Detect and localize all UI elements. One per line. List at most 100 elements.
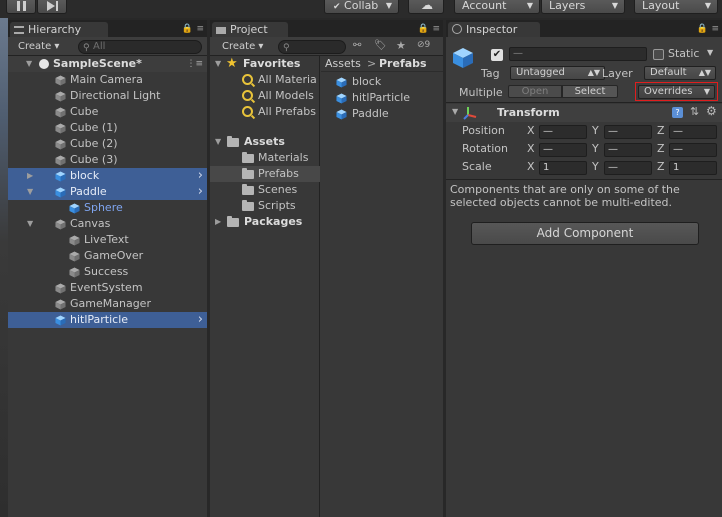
chevron-down-icon[interactable]: ▼ <box>215 134 221 150</box>
folder-icon <box>242 152 254 163</box>
hierarchy-item-label: Cube <box>70 105 99 118</box>
chevron-down-icon[interactable]: ▼ <box>452 107 458 116</box>
hierarchy-item[interactable]: Success <box>8 264 207 280</box>
help-icon[interactable]: ? <box>672 107 683 118</box>
active-checkbox[interactable]: ✔ <box>491 49 503 61</box>
asset-folder-label: Scripts <box>258 199 296 212</box>
search-input[interactable]: ⚲ <box>278 40 346 54</box>
tree-packages[interactable]: ▶ Packages <box>210 214 320 230</box>
transform-header[interactable]: ▼ Transform ? ⇅ ⚙ <box>446 104 722 122</box>
hierarchy-item[interactable]: Cube <box>8 104 207 120</box>
favorite-item[interactable]: All Materia <box>210 72 320 88</box>
transform-position-field[interactable]: — <box>669 125 717 139</box>
account-dropdown[interactable]: Account ▼ <box>454 0 540 14</box>
tree-favorites[interactable]: ▼ ★ Favorites <box>210 56 320 72</box>
filter-by-label-icon[interactable]: 🏷 <box>374 40 387 51</box>
lock-icon[interactable]: 🔒 <box>182 24 193 34</box>
transform-position-field[interactable]: — <box>604 125 652 139</box>
name-field[interactable]: — <box>509 47 647 61</box>
chevron-down-icon[interactable]: ▼ <box>26 56 32 72</box>
breadcrumb-prefabs[interactable]: Prefabs <box>379 56 427 72</box>
scene-menu-icon[interactable]: ⋮≡ <box>186 56 203 72</box>
transform-rotation-field[interactable]: — <box>604 143 652 157</box>
chevron-right-icon[interactable]: › <box>198 312 203 328</box>
lock-icon[interactable]: 🔒 <box>418 24 429 34</box>
hierarchy-item[interactable]: Directional Light <box>8 88 207 104</box>
search-input[interactable]: ⚲ All <box>78 40 202 54</box>
transform-scale-field[interactable]: — <box>604 161 652 175</box>
transform-rotation-field[interactable]: — <box>539 143 587 157</box>
hierarchy-item[interactable]: ▶ block › <box>8 168 207 184</box>
prefab-icon <box>55 187 66 198</box>
filter-by-type-icon[interactable]: ⚯ <box>353 40 361 51</box>
overrides-dropdown[interactable]: Overrides ▼ <box>638 85 715 99</box>
favorite-item[interactable]: All Models <box>210 88 320 104</box>
transform-position-field[interactable]: — <box>539 125 587 139</box>
chevron-down-icon[interactable]: ▼ <box>27 216 33 232</box>
add-component-button[interactable]: Add Component <box>471 222 699 245</box>
hierarchy-item[interactable]: Cube (3) <box>8 152 207 168</box>
panel-menu-icon[interactable]: ≡ <box>711 24 719 34</box>
tag-dropdown[interactable]: Untagged ▲▼ <box>510 66 605 80</box>
cloud-button[interactable]: ☁ <box>408 0 444 14</box>
collab-dropdown[interactable]: ✔ Collab ▼ <box>324 0 399 14</box>
prefab-asset[interactable]: Paddle <box>321 106 443 122</box>
transform-rotation-field[interactable]: — <box>669 143 717 157</box>
chevron-right-icon[interactable]: ▶ <box>27 168 33 184</box>
tab-inspector[interactable]: Inspector <box>448 22 540 37</box>
favorite-star-icon[interactable]: ★ <box>396 39 406 52</box>
asset-folder[interactable]: Prefabs <box>210 166 320 182</box>
hierarchy-item[interactable]: Cube (2) <box>8 136 207 152</box>
lock-icon[interactable]: 🔒 <box>697 24 708 34</box>
transform-scale-field[interactable]: 1 <box>539 161 587 175</box>
transform-scale-field[interactable]: 1 <box>669 161 717 175</box>
panel-menu-icon[interactable]: ≡ <box>432 24 440 34</box>
hierarchy-item[interactable]: hitlParticle › <box>8 312 207 328</box>
layers-dropdown[interactable]: Layers ▼ <box>541 0 625 14</box>
select-prefab-button[interactable]: Select <box>562 85 618 98</box>
create-dropdown[interactable]: Create ▾ <box>222 40 263 53</box>
layer-dropdown[interactable]: Default ▲▼ <box>644 66 716 80</box>
prefab-asset[interactable]: hitlParticle <box>321 90 443 106</box>
static-dropdown-icon[interactable]: ▼ <box>707 48 713 57</box>
chevron-right-icon[interactable]: › <box>198 168 203 184</box>
open-prefab-button[interactable]: Open <box>508 85 562 98</box>
pause-button[interactable] <box>6 0 36 14</box>
chevron-down-icon[interactable]: ▼ <box>215 56 221 72</box>
panel-menu-icon[interactable]: ≡ <box>196 24 204 34</box>
hierarchy-item-label: GameOver <box>84 249 144 262</box>
tab-hierarchy[interactable]: Hierarchy <box>10 22 108 37</box>
gameobject-icon <box>55 91 66 102</box>
asset-folder[interactable]: Materials <box>210 150 320 166</box>
hidden-packages-icon[interactable]: ⊘9 <box>417 40 430 50</box>
breadcrumb-assets[interactable]: Assets <box>325 56 361 72</box>
axis-label: Y <box>592 124 599 137</box>
favorite-item[interactable]: All Prefabs <box>210 104 320 120</box>
hierarchy-item[interactable]: ▼ Paddle › <box>8 184 207 200</box>
chevron-right-icon[interactable]: › <box>198 184 203 200</box>
layer-label: Layer <box>602 67 633 80</box>
create-dropdown[interactable]: Create ▾ <box>18 40 59 53</box>
tab-project[interactable]: Project <box>212 22 288 37</box>
chevron-right-icon[interactable]: ▶ <box>215 214 221 230</box>
preset-icon[interactable]: ⇅ <box>690 105 699 118</box>
hierarchy-item[interactable]: GameOver <box>8 248 207 264</box>
gameobject-icon <box>69 251 80 262</box>
scene-row[interactable]: ▼ SampleScene* ⋮≡ <box>8 56 207 72</box>
hierarchy-item[interactable]: EventSystem <box>8 280 207 296</box>
asset-folder[interactable]: Scenes <box>210 182 320 198</box>
hierarchy-item[interactable]: ▼ Canvas <box>8 216 207 232</box>
hierarchy-item[interactable]: Main Camera <box>8 72 207 88</box>
hierarchy-item[interactable]: LiveText <box>8 232 207 248</box>
hierarchy-item[interactable]: Cube (1) <box>8 120 207 136</box>
chevron-down-icon[interactable]: ▼ <box>27 184 33 200</box>
tree-assets[interactable]: ▼ Assets <box>210 134 320 150</box>
prefab-asset[interactable]: block <box>321 74 443 90</box>
hierarchy-item[interactable]: Sphere <box>8 200 207 216</box>
hierarchy-item[interactable]: GameManager <box>8 296 207 312</box>
layout-dropdown[interactable]: Layout ▼ <box>634 0 718 14</box>
step-button[interactable] <box>37 0 67 14</box>
static-checkbox[interactable] <box>653 49 664 60</box>
asset-folder[interactable]: Scripts <box>210 198 320 214</box>
gear-icon[interactable]: ⚙ <box>706 104 717 118</box>
